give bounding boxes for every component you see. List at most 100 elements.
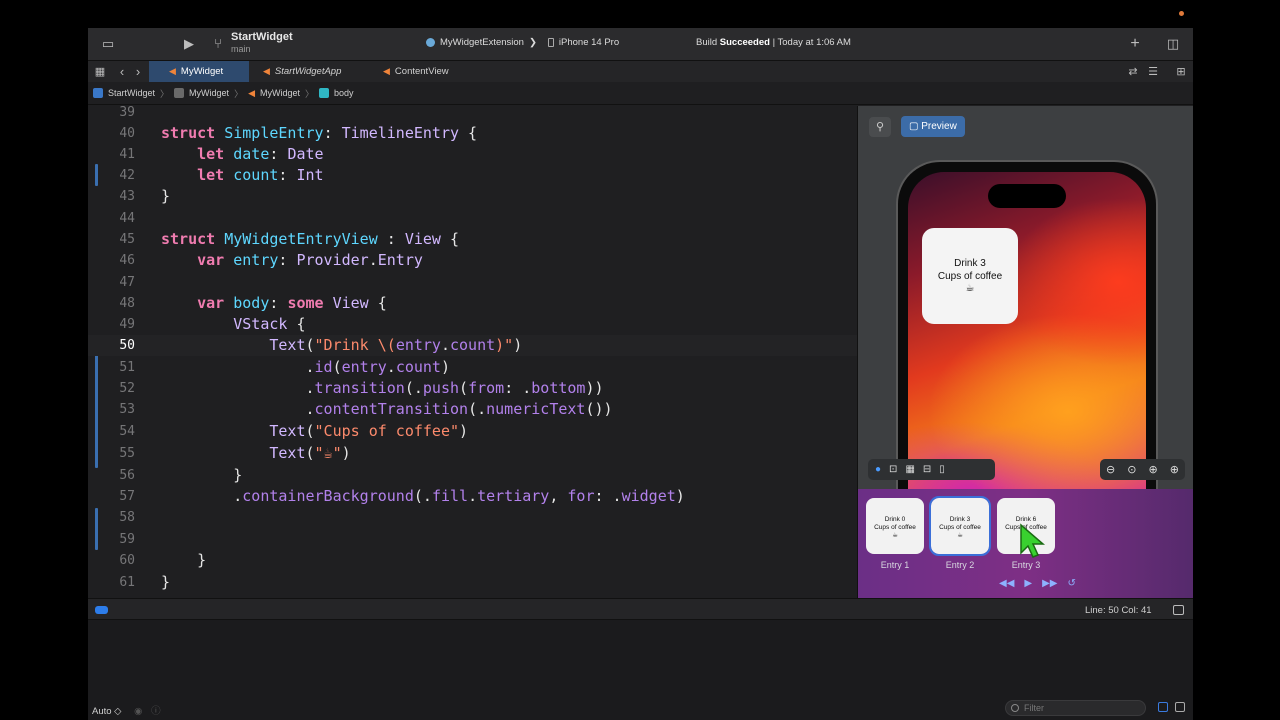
code-line-current: 50 Text("Drink \(entry.count)") <box>88 335 857 356</box>
line-column-indicator: Line: 50 Col: 41 <box>1085 605 1152 616</box>
right-panel-icon[interactable] <box>1175 702 1185 712</box>
breadcrumb-separator: 〉 <box>160 88 170 99</box>
line-number: 48 <box>119 296 135 311</box>
breadcrumb-project[interactable]: StartWidget <box>108 88 155 98</box>
tab-startwidgetapp[interactable]: ◀ StartWidgetApp <box>243 61 363 82</box>
project-icon <box>93 88 103 98</box>
build-status-time: | Today at 1:06 AM <box>769 37 851 48</box>
line-number: 51 <box>119 360 135 375</box>
pin-icon[interactable]: ⚲ <box>869 117 891 137</box>
zoom-out-icon[interactable]: ⊖ <box>1106 463 1115 476</box>
line-number: 46 <box>119 253 135 268</box>
line-number: 45 <box>119 232 135 247</box>
split-editor-icon[interactable]: ⊞ <box>1173 64 1189 80</box>
timeline-entry-2[interactable]: Drink 3 Cups of coffee ☕ Entry 2 <box>929 496 991 570</box>
tab-contentview[interactable]: ◀ ContentView <box>363 61 463 82</box>
code-text: Text("Cups of coffee") <box>269 422 469 440</box>
refresh-icon[interactable]: ⇄ <box>1125 64 1141 80</box>
code-line: 41 let date: Date <box>88 144 857 165</box>
timeline-entry-1[interactable]: Drink 0 Cups of coffee ☕ Entry 1 <box>866 498 924 570</box>
line-number: 44 <box>119 211 135 226</box>
play-icon[interactable]: ▶ <box>1024 578 1032 589</box>
coffee-icon: ☕ <box>957 532 963 539</box>
toolbar: ▭ ▶ ⑂ StartWidget main MyWidgetExtension… <box>88 28 1193 60</box>
zoom-fit-icon[interactable]: ⊙ <box>1127 463 1136 476</box>
build-status-prefix: Build <box>696 37 720 48</box>
code-text: var body: some View { <box>197 294 387 312</box>
code-line: 51 .id(entry.count) <box>88 357 857 378</box>
filter-icon <box>1011 704 1019 712</box>
tab-mywidget[interactable]: ◀ MyWidget <box>149 61 249 82</box>
info-icon[interactable]: ⓘ <box>151 706 161 717</box>
line-number: 43 <box>119 189 135 204</box>
code-line: 61} <box>88 572 857 593</box>
settings-toggle-icon[interactable]: ⊟ <box>923 464 931 475</box>
reset-icon[interactable]: ↺ <box>1067 578 1075 589</box>
entry-caption-text: Cups of coffee <box>874 524 916 531</box>
project-name: StartWidget <box>231 31 293 43</box>
breadcrumb-symbol[interactable]: body <box>334 88 354 98</box>
line-number: 50 <box>119 338 135 353</box>
preview-label: Preview <box>921 121 957 132</box>
eye-icon[interactable]: ◉ <box>134 706 142 717</box>
branch-name: main <box>231 44 251 54</box>
code-line: 47 <box>88 272 857 293</box>
device-settings-icon[interactable]: ▯ <box>939 464 945 475</box>
line-number: 53 <box>119 402 135 417</box>
line-number: 58 <box>119 510 135 525</box>
add-icon[interactable]: + <box>1127 36 1143 52</box>
code-text: } <box>161 187 171 205</box>
code-line: 60 } <box>88 550 857 571</box>
code-line: 54 Text("Cups of coffee") <box>88 421 857 442</box>
run-button[interactable]: ▶ <box>181 36 197 52</box>
breadcrumb-folder[interactable]: MyWidget <box>189 88 229 98</box>
left-panel-icon[interactable] <box>1158 702 1168 712</box>
variables-scope-select[interactable]: Auto ◇ ◉ ⓘ <box>92 703 161 717</box>
zoom-actual-icon[interactable]: ⊕ <box>1149 463 1158 476</box>
entry-caption-text: Cups of coffee <box>939 524 981 531</box>
line-number: 55 <box>119 446 135 461</box>
code-line: 53 .contentTransition(.numericText()) <box>88 399 857 420</box>
project-info[interactable]: StartWidget main <box>231 31 293 54</box>
scheme-name: MyWidgetExtension <box>440 37 524 48</box>
editor-options-icon[interactable]: ☰ <box>1145 64 1161 80</box>
zoom-controls: ⊖ ⊙ ⊕ ⊕ <box>1100 459 1185 480</box>
tab-bar: ▦ ‹ › ◀ MyWidget ◀ StartWidgetApp ◀ Cont… <box>88 60 1193 82</box>
coffee-icon: ☕ <box>892 532 898 539</box>
selectable-mode-icon[interactable]: ⊡ <box>889 464 897 475</box>
variants-icon[interactable]: ▦ <box>905 464 914 475</box>
code-text: .id(entry.count) <box>161 358 450 376</box>
canvas-controls: ● ⊡ ▦ ⊟ ▯ <box>868 459 995 480</box>
coffee-icon: ☕ <box>965 283 975 294</box>
line-number: 41 <box>119 147 135 162</box>
next-entry-icon[interactable]: ▶▶ <box>1042 578 1057 589</box>
inspector-toggle-icon[interactable]: ◫ <box>1165 36 1181 52</box>
code-text: .containerBackground(.fill.tertiary, for… <box>161 487 685 505</box>
filter-input[interactable]: Filter <box>1005 700 1146 716</box>
widget-preview[interactable]: Drink 3 Cups of coffee ☕ <box>922 228 1018 324</box>
breadcrumb-file[interactable]: MyWidget <box>260 88 300 98</box>
live-mode-icon[interactable]: ● <box>875 464 881 475</box>
panel-toggle-icon[interactable] <box>1173 605 1184 615</box>
entry-label: Entry 1 <box>880 560 910 570</box>
folder-icon <box>174 88 185 98</box>
line-number: 60 <box>119 553 135 568</box>
back-icon[interactable]: ‹ <box>114 64 130 80</box>
sidebar-toggle-icon[interactable]: ▭ <box>100 36 116 52</box>
iphone-frame: Drink 3 Cups of coffee ☕ <box>896 160 1158 502</box>
zoom-in-icon[interactable]: ⊕ <box>1170 463 1179 476</box>
code-text: } <box>161 551 207 569</box>
preview-button[interactable]: ▢ Preview <box>901 116 965 137</box>
debug-area-toggle-icon[interactable] <box>95 606 108 614</box>
code-editor[interactable]: 39 40 struct SimpleEntry: TimelineEntry {… <box>88 106 857 598</box>
previous-entry-icon[interactable]: ◀◀ <box>999 578 1014 589</box>
code-text: let date: Date <box>197 145 324 163</box>
scheme-selector[interactable]: MyWidgetExtension ❯ iPhone 14 Pro <box>426 37 619 48</box>
code-text: } <box>161 573 171 591</box>
code-line: 57 .containerBackground(.fill.tertiary, … <box>88 486 857 507</box>
grid-icon[interactable]: ▦ <box>92 64 108 80</box>
forward-icon[interactable]: › <box>130 64 146 80</box>
line-number: 56 <box>119 468 135 483</box>
code-line: 52 .transition(.push(from: .bottom)) <box>88 378 857 399</box>
line-number: 40 <box>119 126 135 141</box>
